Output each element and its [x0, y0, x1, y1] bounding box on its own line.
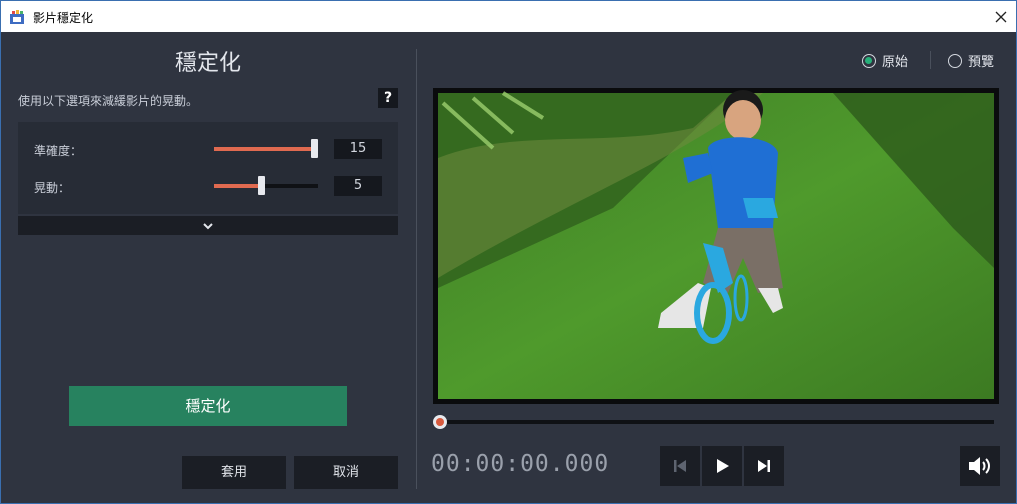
- skip-back-icon: [674, 460, 686, 472]
- shake-label: 晃動：: [34, 181, 71, 195]
- original-radio-label: 原始: [882, 55, 909, 70]
- preview-radio-circle: [948, 53, 962, 68]
- window-title: 影片穩定化: [33, 11, 94, 25]
- original-radio-circle: [862, 53, 876, 68]
- play-button[interactable]: [702, 446, 742, 486]
- expand-options-button[interactable]: [18, 216, 398, 235]
- skip-back-button[interactable]: [660, 446, 700, 486]
- skip-forward-icon: [758, 460, 770, 472]
- timecode-display: 00:00:00.000: [431, 451, 610, 477]
- instruction-text: 使用以下選項來減緩影片的晃動。: [18, 94, 199, 108]
- preview-radio[interactable]: 預覽: [948, 51, 994, 70]
- stabilize-button[interactable]: 穩定化: [69, 386, 347, 426]
- title-bar: 影片穩定化: [1, 1, 1016, 32]
- seek-bar-thumb[interactable]: [433, 415, 447, 429]
- radio-separator: [930, 51, 931, 69]
- settings-panel: 準確度： 15 晃動： 5: [18, 122, 398, 214]
- close-button[interactable]: [986, 1, 1016, 32]
- radio-selected-dot: [865, 56, 872, 64]
- shake-slider-fill: [214, 184, 262, 188]
- volume-button[interactable]: [960, 446, 1000, 486]
- seek-bar-thumb-center: [436, 418, 444, 426]
- close-icon: [995, 11, 1007, 22]
- apply-button[interactable]: 套用: [182, 456, 286, 489]
- play-icon: [717, 459, 729, 473]
- panel-divider: [416, 49, 417, 489]
- cancel-button[interactable]: 取消: [294, 456, 398, 489]
- video-frame-image: [438, 90, 994, 399]
- accuracy-value[interactable]: 15: [334, 139, 382, 159]
- shake-slider[interactable]: [214, 176, 318, 195]
- panel-title: 穩定化: [174, 51, 241, 76]
- seek-bar[interactable]: [438, 420, 994, 424]
- app-icon: [10, 10, 24, 24]
- video-preview: [433, 88, 999, 404]
- shake-slider-thumb[interactable]: [257, 176, 265, 195]
- volume-icon: [969, 457, 990, 475]
- accuracy-slider[interactable]: [214, 139, 318, 158]
- skip-forward-button[interactable]: [744, 446, 784, 486]
- help-button[interactable]: ?: [378, 88, 398, 108]
- shake-value[interactable]: 5: [334, 176, 382, 196]
- preview-radio-label: 預覽: [968, 55, 995, 70]
- accuracy-label: 準確度：: [34, 144, 83, 158]
- accuracy-slider-fill: [214, 147, 315, 151]
- chevron-down-icon: [203, 222, 213, 229]
- original-radio[interactable]: 原始: [862, 51, 908, 70]
- accuracy-slider-thumb[interactable]: [311, 139, 318, 158]
- stabilization-window: 影片穩定化 穩定化 使用以下選項來減緩影片的晃動。 ? 準確度： 15 晃動： …: [0, 0, 1017, 504]
